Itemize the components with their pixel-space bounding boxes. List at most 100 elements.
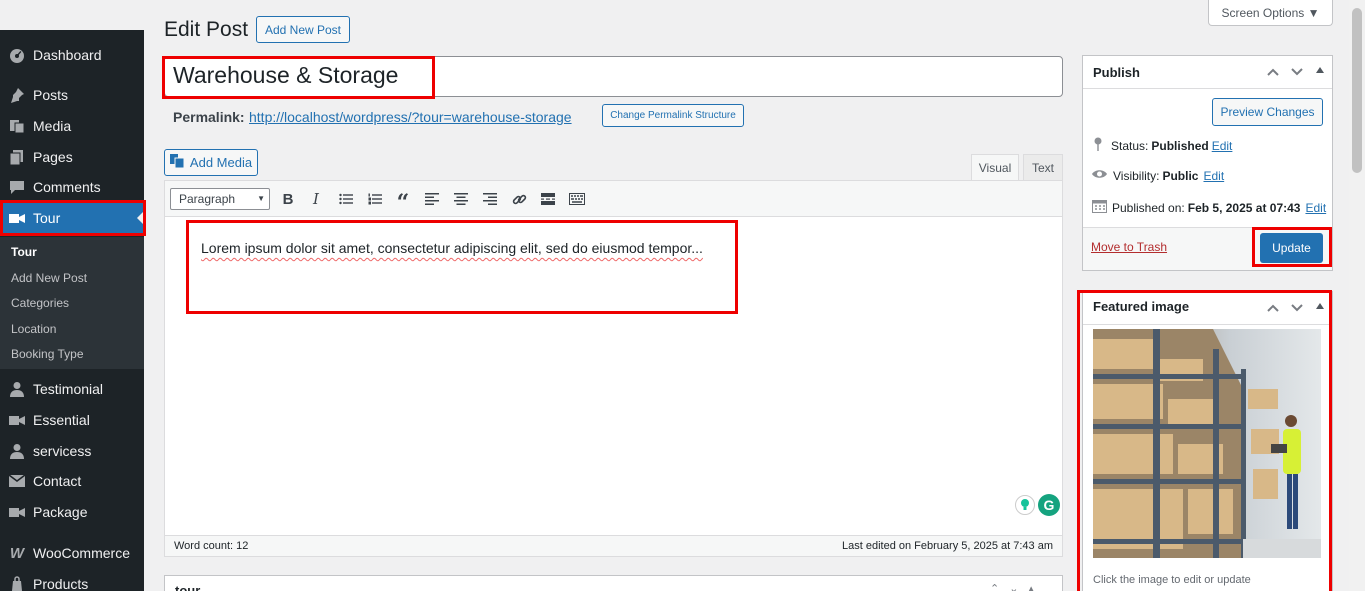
toggle-triangle-icon[interactable] — [1316, 67, 1324, 73]
sidebar-item-label: Media — [33, 118, 72, 134]
submenu-item-booking-type[interactable]: Booking Type — [11, 347, 84, 361]
numbered-list-icon[interactable] — [365, 189, 385, 209]
blockquote-icon[interactable]: “ — [393, 189, 413, 216]
sidebar-item-label: Posts — [33, 87, 69, 103]
person-icon — [8, 381, 26, 397]
sidebar-item-testimonial[interactable]: Testimonial — [0, 374, 144, 404]
sidebar-item-label: Products — [33, 576, 89, 591]
read-more-icon[interactable] — [538, 189, 558, 209]
submenu-item-add-new-post[interactable]: Add New Post — [11, 271, 87, 285]
sidebar-item-label: Pages — [33, 149, 73, 165]
sidebar-item-dashboard[interactable]: Dashboard — [0, 40, 144, 70]
video-icon — [8, 504, 26, 520]
published-row: Published on: Feb 5, 2025 at 07:43 Edit — [1092, 199, 1326, 216]
person-icon — [8, 443, 26, 459]
italic-icon[interactable]: I — [306, 189, 326, 209]
permalink-link[interactable]: http://localhost/wordpress/?tour=warehou… — [249, 109, 572, 125]
move-to-trash-link[interactable]: Move to Trash — [1091, 240, 1167, 254]
sidebar-item-label: servicess — [33, 443, 92, 459]
sidebar-item-products[interactable]: Products — [0, 569, 144, 591]
video-icon — [8, 412, 26, 428]
video-icon — [8, 210, 26, 226]
sidebar-item-media[interactable]: Media — [0, 111, 144, 141]
update-button[interactable]: Update — [1260, 233, 1323, 263]
link-icon[interactable] — [509, 189, 529, 209]
word-count: Word count: 12 — [174, 540, 249, 552]
submenu-item-tour[interactable]: Tour — [11, 245, 37, 259]
lightbulb-icon[interactable] — [1015, 495, 1035, 515]
editor-wrap — [164, 131, 1063, 179]
published-value: Feb 5, 2025 at 07:43 — [1187, 200, 1301, 215]
envelope-icon — [8, 473, 26, 489]
bold-icon[interactable]: B — [278, 189, 298, 209]
toolbar-toggle-icon[interactable] — [567, 189, 587, 209]
change-permalink-button[interactable]: Change Permalink Structure — [602, 104, 744, 127]
sidebar-item-woocommerce[interactable]: W WooCommerce — [0, 538, 144, 568]
publish-title: Publish — [1093, 65, 1140, 80]
chevron-up-icon[interactable] — [1266, 65, 1280, 80]
pin-icon — [1093, 137, 1105, 154]
pages-icon — [8, 149, 26, 165]
eye-icon — [1091, 168, 1108, 183]
align-center-icon[interactable] — [451, 189, 471, 209]
tab-text[interactable]: Text — [1023, 154, 1063, 180]
submenu-item-categories[interactable]: Categories — [11, 296, 69, 310]
submenu-item-location[interactable]: Location — [11, 322, 56, 336]
dashboard-icon — [8, 47, 26, 63]
sidebar-item-label: Dashboard — [33, 47, 102, 63]
align-left-icon[interactable] — [422, 189, 442, 209]
sidebar-item-label: Testimonial — [33, 381, 104, 397]
sidebar-item-label: Tour — [33, 210, 61, 226]
sidebar-item-posts[interactable]: Posts — [0, 80, 144, 110]
screen-options-button[interactable]: Screen Options ▼ — [1208, 0, 1333, 26]
comments-icon — [8, 179, 26, 195]
post-title-text: Warehouse & Storage — [173, 62, 399, 88]
featured-image-thumbnail[interactable] — [1093, 329, 1321, 558]
format-select[interactable]: Paragraph ▼ — [170, 188, 270, 210]
sidebar-item-package[interactable]: Package — [0, 497, 144, 527]
tab-visual[interactable]: Visual — [971, 154, 1019, 181]
toggle-triangle-icon[interactable] — [1316, 303, 1324, 309]
editor-content[interactable]: Lorem ipsum dolor sit amet, consectetur … — [201, 240, 703, 256]
sidebar-item-servicess[interactable]: servicess — [0, 436, 144, 466]
status-row: Status: Published Edit — [1093, 137, 1232, 154]
sidebar-item-contact[interactable]: Contact — [0, 466, 144, 496]
add-media-button[interactable]: Add Media — [164, 149, 258, 176]
sidebar-item-label: WooCommerce — [33, 545, 130, 561]
sidebar-item-comments[interactable]: Comments — [0, 172, 144, 202]
status-edit-link[interactable]: Edit — [1212, 139, 1233, 153]
tour-metabox-title: tour — [175, 583, 201, 591]
chevron-down-icon: ▼ — [257, 194, 265, 203]
add-new-post-button[interactable]: Add New Post — [256, 16, 350, 43]
align-right-icon[interactable] — [480, 189, 500, 209]
page-scrollbar[interactable] — [1349, 0, 1365, 591]
grammarly-icon[interactable]: G — [1038, 494, 1060, 516]
scrollbar-thumb[interactable] — [1352, 8, 1362, 173]
sidebar-item-essential[interactable]: Essential — [0, 405, 144, 435]
bulleted-list-icon[interactable] — [336, 189, 356, 209]
sidebar-item-tour[interactable]: Tour — [0, 203, 144, 233]
preview-changes-button[interactable]: Preview Changes — [1212, 98, 1323, 126]
published-edit-link[interactable]: Edit — [1305, 201, 1326, 215]
status-value: Published — [1151, 138, 1209, 153]
media-icon — [8, 118, 26, 134]
admin-sidebar: Dashboard Posts Media Pages Comments Tou… — [0, 30, 144, 591]
visibility-edit-link[interactable]: Edit — [1203, 169, 1224, 183]
visibility-row: Visibility: Public Edit — [1091, 168, 1224, 183]
editor-container — [164, 180, 1063, 557]
format-select-value: Paragraph — [179, 192, 236, 206]
page-title: Edit Post — [164, 18, 249, 41]
calendar-icon — [1092, 199, 1107, 216]
sidebar-item-label: Comments — [33, 179, 101, 195]
tour-submenu: Tour Add New Post Categories Location Bo… — [0, 237, 144, 369]
tour-metabox-controls[interactable]: ⌃⌄▴ — [990, 582, 1044, 591]
sidebar-item-pages[interactable]: Pages — [0, 142, 144, 172]
visibility-value: Public — [1162, 168, 1199, 183]
woo-icon: W — [9, 544, 25, 562]
products-icon — [8, 576, 26, 591]
permalink-label: Permalink: — [173, 109, 245, 125]
chevron-down-icon[interactable] — [1290, 301, 1304, 316]
chevron-down-icon[interactable] — [1290, 65, 1304, 80]
sidebar-item-label: Contact — [33, 473, 82, 489]
chevron-up-icon[interactable] — [1266, 301, 1280, 316]
